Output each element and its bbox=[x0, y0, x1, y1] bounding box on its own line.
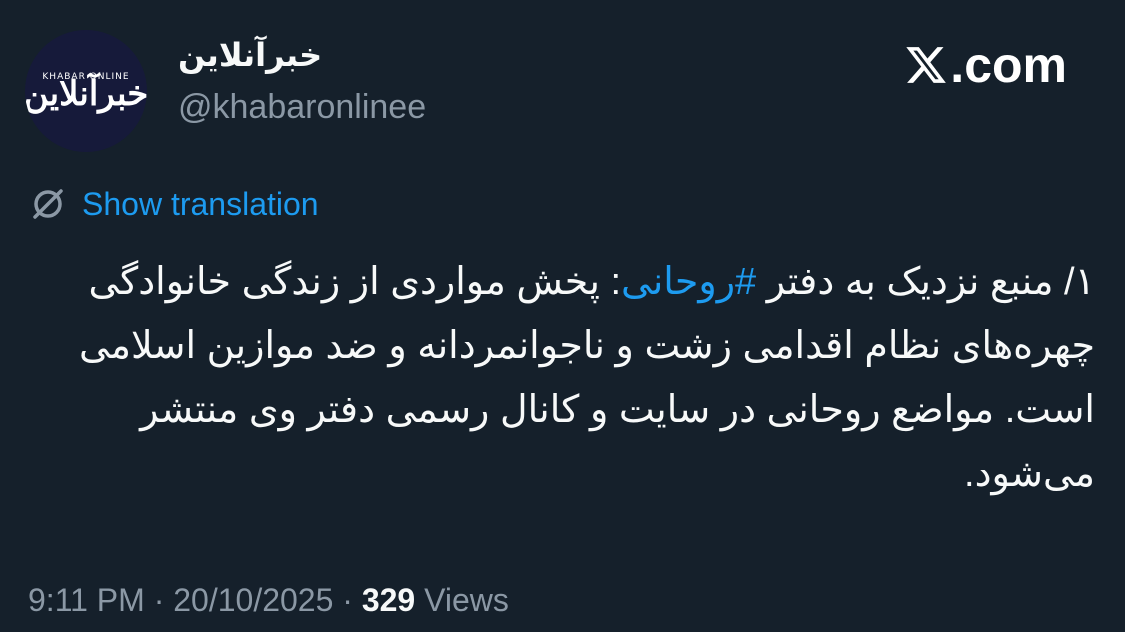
views-count[interactable]: 329 bbox=[362, 582, 415, 618]
meta-separator: · bbox=[333, 582, 362, 618]
tweet-text-prefix: ۱/ منبع نزدیک به دفتر bbox=[756, 261, 1095, 303]
tweet-time[interactable]: 9:11 PM bbox=[28, 582, 145, 618]
author-handle[interactable]: @khabaronlinee bbox=[178, 88, 426, 127]
hashtag-link[interactable]: #روحانی bbox=[621, 261, 756, 303]
brand: .com bbox=[904, 36, 1067, 94]
meta-separator: · bbox=[144, 582, 174, 618]
globe-icon bbox=[33, 189, 63, 219]
translation-row[interactable]: Show translation bbox=[28, 184, 319, 224]
tweet-date[interactable]: 20/10/2025 bbox=[173, 582, 333, 618]
avatar[interactable]: KHABAR ONLINE خبرآنلاین bbox=[25, 30, 147, 152]
show-translation-link[interactable]: Show translation bbox=[82, 186, 319, 223]
author-display-name[interactable]: خبرآنلاین bbox=[178, 36, 322, 74]
brand-domain: .com bbox=[950, 37, 1067, 93]
avatar-logo-small: KHABAR ONLINE bbox=[42, 72, 130, 82]
views-label: Views bbox=[415, 582, 509, 618]
tweet-text: ۱/ منبع نزدیک به دفتر #روحانی: پخش موارد… bbox=[25, 250, 1095, 506]
avatar-logo: خبرآنلاین bbox=[25, 74, 147, 114]
tweet-meta: 9:11 PM · 20/10/2025 · 329 Views bbox=[28, 582, 509, 619]
x-logo-icon bbox=[906, 47, 947, 83]
